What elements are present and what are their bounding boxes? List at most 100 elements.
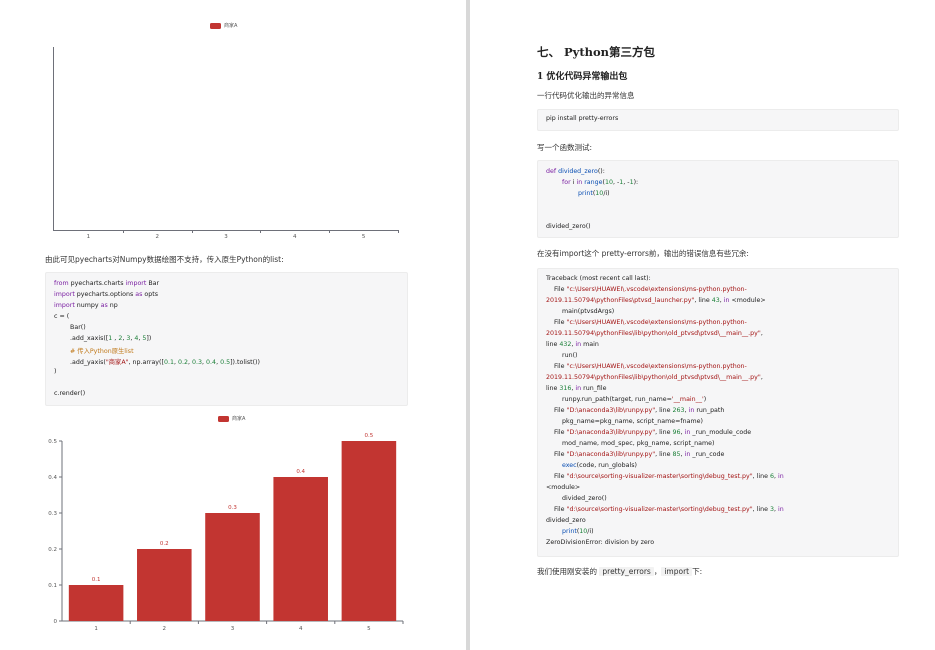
chart2-x-tick-label: 1: [94, 626, 98, 632]
traceback-line: File "c:\Users\HUAWEI\.vscode\extensions…: [546, 363, 747, 370]
test-code-line: divided_zero(): [546, 223, 591, 230]
code-token: range: [584, 179, 603, 186]
traceback-line: 2019.11.50794\pythonFiles\ptvsd_launcher…: [546, 297, 766, 304]
code-token: "d:\source\sorting-visualizer-master\sor…: [566, 473, 753, 480]
code-token: import: [54, 291, 77, 298]
paragraph-desc1: 一行代码优化输出的异常信息: [537, 91, 635, 100]
code-token: "商家A": [105, 359, 129, 366]
chart2-y-tick-label: 0.2: [48, 547, 57, 553]
code-token: 2019.11.50794\pythonFiles\ptvsd_launcher…: [546, 297, 695, 304]
chart1-x-tick: [191, 230, 193, 233]
code-token: 263: [672, 407, 685, 414]
code-token: 2019.11.50794\pythonFiles\lib\python\old…: [546, 330, 761, 337]
chart1-legend[interactable]: 商家A: [210, 22, 237, 29]
code-token: divided_zero: [558, 168, 598, 175]
code-token: , line: [694, 297, 712, 304]
code-token: File: [546, 429, 567, 436]
code-token: import: [54, 302, 77, 309]
code1-line: import pyecharts.options as opts: [54, 291, 158, 298]
code-token: , line: [752, 506, 770, 513]
chart2-x-tick-label: 2: [163, 626, 167, 632]
code-block-test-function: def divided_zero(): for i in range(10, -…: [537, 160, 899, 238]
code-token: Bar(): [54, 324, 86, 331]
chart1-x-tick-label: 2: [155, 234, 159, 240]
code-token: runpy.run_path(target, run_name=: [546, 396, 672, 403]
code-token: <module>: [731, 297, 766, 304]
traceback-line: run(): [546, 352, 578, 359]
code-token: .add_xaxis([: [54, 335, 109, 342]
right-page: 七、 Python第三方包 1 优化代码异常输出包 一行代码优化输出的异常信息 …: [470, 0, 935, 650]
chart2-y-tick-label: 0.5: [48, 439, 57, 445]
traceback-line: File "D:\anaconda3\lib\runpy.py", line 8…: [546, 451, 724, 458]
code1-line: Bar(): [54, 324, 86, 331]
code-token: opts: [144, 291, 159, 298]
code1-line: c.render(): [54, 390, 85, 397]
code-token: File: [546, 319, 567, 326]
code1-line: .add_yaxis("商家A", np.array([0.1, 0.2, 0.…: [54, 357, 260, 366]
code-token: np: [109, 302, 118, 309]
code-token: divided_zero(): [546, 223, 591, 230]
code-token: "D:\anaconda3\lib\runpy.py": [566, 407, 656, 414]
paragraph-pyecharts-note: 由此可见pyecharts对Numpy数据绘图不支持，传入原生Python的li…: [45, 255, 284, 264]
chart1-x-tick: [122, 230, 124, 233]
code1-line: import numpy as np: [54, 302, 118, 309]
paragraph-desc4: 我们使用刚安装的 pretty_errors， import 下:: [537, 566, 702, 577]
chart1-x-tick-label: 3: [224, 234, 228, 240]
code-token: in: [778, 506, 784, 513]
code-token: ): [703, 396, 707, 403]
code-token: mod_name, mod_spec, pkg_name, script_nam…: [546, 440, 715, 447]
chart2-bar: [68, 585, 124, 621]
code-token: "c:\Users\HUAWEI\.vscode\extensions\ms-p…: [566, 363, 747, 370]
code-token: import: [125, 280, 149, 287]
chart1-x-tick: [398, 230, 399, 233]
traceback-line: line 432, in main: [546, 341, 599, 348]
code-token: run_file: [583, 385, 607, 392]
chart2-legend[interactable]: 商家A: [218, 415, 245, 422]
traceback-line: print(10/i): [546, 528, 594, 535]
legend-swatch: [218, 415, 229, 422]
code-token: 0.3: [192, 359, 203, 366]
code-token: ]).tolist()): [230, 359, 260, 366]
traceback-line: 2019.11.50794\pythonFiles\lib\python\old…: [546, 374, 763, 381]
code-token: def: [546, 168, 559, 175]
desc4-prefix: 我们使用刚安装的: [537, 567, 597, 576]
code-token: File: [546, 506, 567, 513]
code-token: pyecharts.charts: [70, 280, 126, 287]
chart2-x-tick-label: 5: [367, 626, 371, 632]
code-token: ,: [760, 374, 763, 381]
code-block-bar-chart: from pyecharts.charts import Bar import p…: [45, 272, 408, 406]
chart1-x-tick: [260, 230, 262, 233]
paragraph-desc3: 在没有import这个 pretty-errors前，输出的错误信息有些冗余:: [537, 249, 749, 258]
code-token: File: [546, 451, 567, 458]
code-token: 0.5: [220, 359, 231, 366]
code-token: _run_code: [692, 451, 725, 458]
code-token: in: [778, 473, 784, 480]
code-token: pkg_name=pkg_name, script_name=fname): [546, 418, 703, 425]
traceback-line: File "c:\Users\HUAWEI\.vscode\extensions…: [546, 319, 747, 326]
code-token: exec: [562, 462, 577, 469]
code-token: main: [583, 341, 599, 348]
code-token: File: [546, 407, 567, 414]
chart1-x-tick-label: 4: [293, 234, 297, 240]
section-title: 七、 Python第三方包: [537, 45, 656, 59]
traceback-line: pkg_name=pkg_name, script_name=fname): [546, 418, 703, 425]
code-token: 0.1: [163, 359, 174, 366]
code-token: line: [546, 341, 560, 348]
test-code-line: def divided_zero():: [546, 168, 605, 175]
code-token: divided_zero: [546, 517, 586, 524]
traceback-line: <module>: [546, 484, 580, 491]
code-token: 316: [559, 385, 572, 392]
code-token: 432: [559, 341, 572, 348]
chart2-data-label: 0.5: [365, 433, 374, 439]
code-token: main(ptvsdArgs): [546, 308, 615, 315]
traceback-line: mod_name, mod_spec, pkg_name, script_nam…: [546, 440, 714, 447]
code-token: , np.array([: [128, 359, 164, 366]
traceback-line: runpy.run_path(target, run_name='__main_…: [546, 396, 706, 403]
chart2-y-tick-label: 0.1: [48, 583, 57, 589]
chart2-data-label: 0.4: [296, 469, 305, 475]
chart2-x-tick-label: 4: [299, 626, 303, 632]
code-token: "c:\Users\HUAWEI\.vscode\extensions\ms-p…: [566, 286, 747, 293]
code-token: in: [575, 385, 584, 392]
code-token: Bar: [148, 280, 160, 287]
traceback-line: line 316, in run_file: [546, 385, 606, 392]
